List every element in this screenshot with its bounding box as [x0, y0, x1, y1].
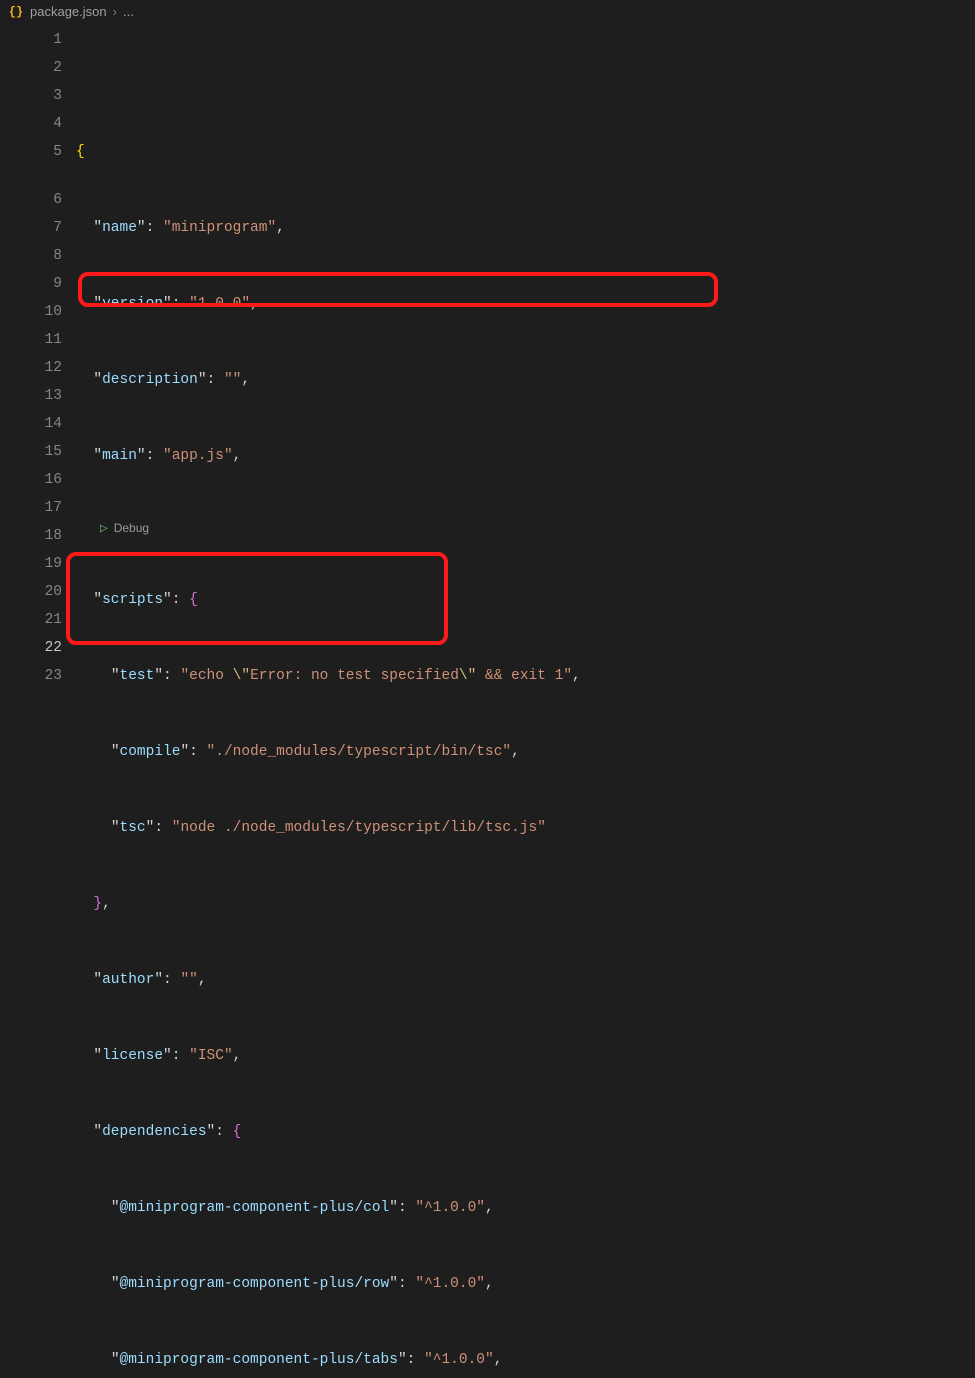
code-line: "license": "ISC", — [76, 1042, 975, 1070]
json-file-icon: {} — [8, 4, 24, 20]
code-line: "tsc": "node ./node_modules/typescript/l… — [76, 814, 975, 842]
line-number: 13 — [0, 382, 62, 410]
line-number: 23 — [0, 662, 62, 690]
line-number: 8 — [0, 242, 62, 270]
line-number: 17 — [0, 494, 62, 522]
line-number: 2 — [0, 54, 62, 82]
line-number: 21 — [0, 606, 62, 634]
code-area[interactable]: { "name": "miniprogram", "version": "1.0… — [62, 24, 975, 689]
code-line: { — [76, 138, 975, 166]
breadcrumb-filename: package.json — [30, 4, 107, 19]
code-editor[interactable]: 1 2 3 4 5 6 7 8 9 10 11 12 13 14 15 16 1… — [0, 24, 975, 689]
line-number: 20 — [0, 578, 62, 606]
line-number: 9 — [0, 270, 62, 298]
code-line: "@miniprogram-component-plus/tabs": "^1.… — [76, 1346, 975, 1374]
line-number: 18 — [0, 522, 62, 550]
line-number-gutter: 1 2 3 4 5 6 7 8 9 10 11 12 13 14 15 16 1… — [0, 24, 62, 689]
line-number: 5 — [0, 138, 62, 166]
line-number: 14 — [0, 410, 62, 438]
line-number: 6 — [0, 186, 62, 214]
line-number: 15 — [0, 438, 62, 466]
code-line: "version": "1.0.0", — [76, 290, 975, 318]
line-number: 12 — [0, 354, 62, 382]
line-number: 1 — [0, 26, 62, 54]
line-number: 10 — [0, 298, 62, 326]
code-line: "compile": "./node_modules/typescript/bi… — [76, 738, 975, 766]
line-number: 16 — [0, 466, 62, 494]
code-line: "author": "", — [76, 966, 975, 994]
line-number: 7 — [0, 214, 62, 242]
play-icon: ▷ — [100, 523, 108, 534]
code-line: "@miniprogram-component-plus/row": "^1.0… — [76, 1270, 975, 1298]
chevron-right-icon: › — [113, 4, 117, 19]
code-line: "dependencies": { — [76, 1118, 975, 1146]
code-line: "@miniprogram-component-plus/col": "^1.0… — [76, 1194, 975, 1222]
code-line: "main": "app.js", — [76, 442, 975, 470]
code-line: "test": "echo \"Error: no test specified… — [76, 662, 975, 690]
code-line: "scripts": { — [76, 586, 975, 614]
code-line: }, — [76, 890, 975, 918]
line-number: 4 — [0, 110, 62, 138]
code-line: "name": "miniprogram", — [76, 214, 975, 242]
breadcrumb[interactable]: {} package.json › ... — [0, 0, 975, 24]
line-number: 3 — [0, 82, 62, 110]
codelens-debug[interactable]: ▷Debug — [76, 518, 975, 538]
code-line: "description": "", — [76, 366, 975, 394]
line-number: 11 — [0, 326, 62, 354]
breadcrumb-tail: ... — [123, 4, 134, 19]
line-number: 19 — [0, 550, 62, 578]
line-number: 22 — [0, 634, 62, 662]
